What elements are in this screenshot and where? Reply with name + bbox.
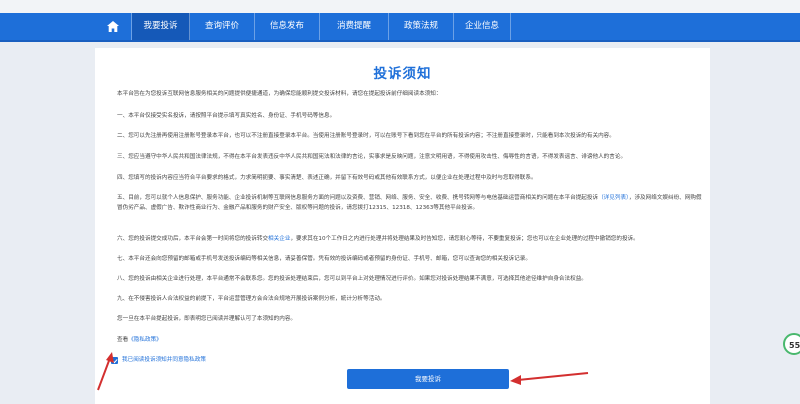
notice-panel: 投诉须知 本平台旨在为您投诉互联网信息服务相关的问题提供便捷通道，为确保您能顺利…	[95, 48, 710, 404]
notice-item-6: 六、您的投诉提交成功后，本平台会第一时间将您的投诉转交相关企业，要求其在10个工…	[117, 235, 702, 245]
notice-item-6-text-b: ，要求其在10个工作日之内进行处理并将处理结果及时告知您，请您耐心等待，不要重复…	[290, 236, 639, 242]
privacy-policy-link[interactable]: 《隐私政策》	[128, 337, 162, 343]
notice-item-4: 四、您填写的投诉内容应当符合平台要求的格式，力求简明扼要、事实清楚、表述正确，并…	[117, 175, 537, 181]
notice-item-7: 七、本平台还会向您预留的邮箱或手机号发送投诉编码等相关信息，请妥善保管。凭有效的…	[117, 256, 531, 262]
submit-complaint-button[interactable]: 我要投诉	[347, 369, 509, 389]
nav-item-policy[interactable]: 政策法规	[389, 13, 454, 40]
floating-badge[interactable]: 55	[783, 333, 800, 355]
browser-top-strip	[0, 0, 800, 13]
nav-item-query[interactable]: 查询评价	[190, 13, 255, 40]
notice-item-1: 一、本平台仅接受实名投诉，请按照平台提示填写真实姓名、身份证、手机号码等信息。	[117, 113, 336, 119]
notice-item-8: 八、您的投诉由相关企业进行处理，本平台通常不会联系您。您的投诉处理结束后，您可以…	[117, 276, 587, 282]
notice-item-5: 五、目前，您可以就个人信息保护、服务功能、企业投诉机制等互联网信息服务方面的问题…	[117, 194, 702, 213]
annotation-arrow-submit	[510, 372, 589, 385]
nav-item-reminder[interactable]: 消费提醒	[320, 13, 389, 40]
main-nav: 我要投诉 查询评价 信息发布 消费提醒 政策法规 企业信息	[0, 13, 800, 42]
notice-intro: 本平台旨在为您投诉互联网信息服务相关的问题提供便捷通道，为确保您能顺利提交投诉材…	[117, 91, 442, 97]
notice-item-2: 二、您可以先注册再使用注册账号登录本平台，也可以不注册直接登录本平台。当使用注册…	[117, 133, 615, 139]
home-icon	[107, 21, 119, 32]
notice-item-5-text-a: 五、目前，您可以就个人信息保护、服务功能、企业投诉机制等互联网信息服务方面的问题…	[117, 195, 599, 201]
privacy-line: 查看《隐私政策》	[117, 336, 702, 346]
nav-item-company[interactable]: 企业信息	[454, 13, 511, 40]
related-company-link[interactable]: 相关企业	[268, 236, 290, 242]
detail-list-link[interactable]: （详见列表）	[598, 195, 629, 201]
notice-item-9: 九、在不侵害投诉人合法权益的前提下，平台运营管理方会合法合规地开展投诉案例分析，…	[117, 296, 386, 302]
home-button[interactable]	[95, 13, 132, 40]
page-title: 投诉须知	[373, 66, 432, 82]
nav-item-info[interactable]: 信息发布	[255, 13, 320, 40]
notice-item-10: 您一旦在本平台提起投诉，即表明您已阅读并理解认可了本须知的内容。	[117, 316, 297, 322]
privacy-prefix: 查看	[117, 337, 129, 343]
nav-item-complaint[interactable]: 我要投诉	[132, 13, 190, 40]
notice-item-6-text-a: 六、您的投诉提交成功后，本平台会第一时间将您的投诉转交	[117, 236, 269, 242]
agree-label[interactable]: 我已阅读投诉须知并同意隐私政策	[122, 355, 206, 363]
notice-item-3: 三、您应当遵守中华人民共和国法律法规，不得在本平台发表违反中华人民共和国宪法和法…	[117, 154, 627, 160]
annotation-arrow-checkbox	[97, 352, 114, 391]
